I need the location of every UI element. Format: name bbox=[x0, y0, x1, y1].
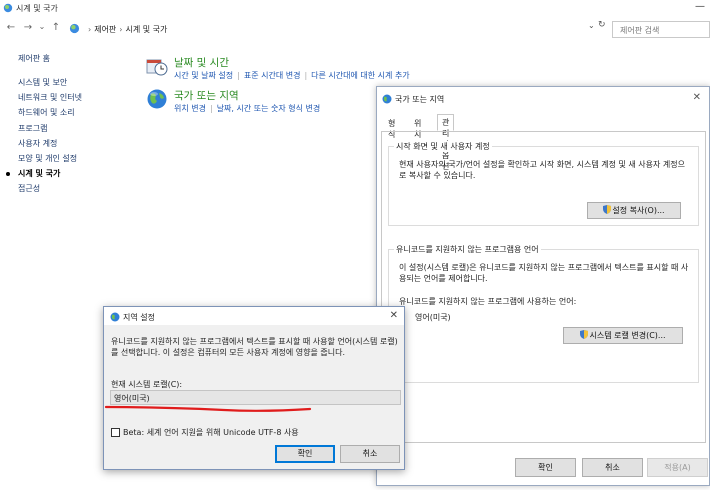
set-time-date-link[interactable]: 시간 및 날짜 설정 bbox=[174, 71, 233, 80]
locale-ok-button[interactable]: 확인 bbox=[275, 445, 335, 463]
region-dialog-title-bar: 국가 또는 지역 bbox=[382, 94, 444, 105]
current-language-value: 영어(미국) bbox=[415, 313, 451, 322]
nav-accessibility[interactable]: 접근성 bbox=[18, 181, 82, 196]
change-formats-link[interactable]: 날짜, 시간 또는 숫자 형식 변경 bbox=[217, 104, 321, 113]
uac-shield-icon bbox=[603, 205, 612, 214]
close-icon[interactable]: ✕ bbox=[390, 310, 398, 321]
breadcrumb-control-panel[interactable]: 제어판 bbox=[94, 25, 116, 34]
locale-cancel-button[interactable]: 취소 bbox=[340, 445, 400, 463]
region-cancel-button[interactable]: 취소 bbox=[582, 458, 643, 477]
copy-settings-button[interactable]: 설정 복사(O)... bbox=[587, 202, 681, 219]
region-title[interactable]: 국가 또는 지역 bbox=[174, 88, 239, 103]
welcome-screen-group: 시작 화면 및 새 사용자 계정 현재 사용자의 국가/언어 설정을 확인하고 … bbox=[388, 141, 699, 226]
back-button[interactable]: ← bbox=[5, 22, 17, 33]
nav-user-accounts[interactable]: 사용자 계정 bbox=[18, 136, 82, 151]
date-time-icon bbox=[146, 59, 168, 76]
link-divider: | bbox=[237, 71, 240, 80]
nav-network-internet[interactable]: 네트워크 및 인터넷 bbox=[18, 90, 82, 105]
globe-icon bbox=[382, 94, 392, 104]
globe-icon bbox=[147, 89, 167, 109]
nav-programs[interactable]: 프로그램 bbox=[18, 121, 82, 136]
welcome-description: 현재 사용자의 국가/언어 설정을 확인하고 시작 화면, 시스템 계정 및 새… bbox=[399, 160, 685, 180]
forward-button[interactable]: → bbox=[22, 22, 34, 33]
minimize-button[interactable]: — bbox=[694, 1, 706, 13]
recent-locations-button[interactable]: ⌄ bbox=[36, 22, 48, 31]
refresh-icon[interactable]: ↻ bbox=[598, 20, 606, 30]
link-divider: | bbox=[304, 71, 308, 80]
globe-icon bbox=[110, 312, 120, 322]
search-input[interactable]: 제어판 검색 bbox=[612, 21, 710, 38]
chevron-down-icon: ⌄ bbox=[114, 393, 120, 401]
nav-clock-region-label: 시계 및 국가 bbox=[18, 169, 61, 179]
annotation-underline bbox=[104, 405, 312, 412]
add-clocks-link[interactable]: 다른 시간대에 대한 시계 추가 bbox=[311, 71, 410, 80]
link-divider: | bbox=[209, 104, 213, 113]
region-settings-title-text: 지역 설정 bbox=[123, 313, 155, 322]
region-settings-dialog: 지역 설정 ✕ 유니코드를 지원하지 않는 프로그램에서 텍스트를 표시할 때 … bbox=[103, 306, 405, 470]
copy-settings-label: 설정 복사(O)... bbox=[612, 206, 665, 215]
system-locale-select[interactable]: 영어(미국) ⌄ bbox=[110, 390, 401, 405]
utf8-beta-label[interactable]: Beta: 세계 언어 지원을 위해 Unicode UTF-8 사용 bbox=[123, 427, 299, 438]
address-bar: ← → ⌄ ↑ › 제어판 › 시계 및 국가 ⌄ ↻ bbox=[0, 18, 710, 40]
region-settings-title-bar: 지역 설정 ✕ bbox=[104, 307, 404, 325]
current-item-bullet bbox=[6, 172, 10, 177]
current-locale-label: 현재 시스템 로캘(C): bbox=[111, 380, 183, 389]
tab-administrative[interactable]: 관리자 옵션 bbox=[437, 114, 455, 171]
up-button[interactable]: ↑ bbox=[50, 22, 62, 33]
nav-hardware-sound[interactable]: 하드웨어 및 소리 bbox=[18, 105, 82, 120]
current-language-label: 유니코드를 지원하지 않는 프로그램에 사용하는 언어: bbox=[399, 297, 577, 306]
region-dialog-title: 국가 또는 지역 bbox=[395, 95, 445, 104]
non-unicode-group: 유니코드를 지원하지 않는 프로그램용 언어 이 설정(시스템 로캘)은 유니코… bbox=[388, 244, 699, 383]
region-apply-button[interactable]: 적용(A) bbox=[647, 458, 708, 477]
title-bar: 시계 및 국가 — bbox=[0, 0, 710, 16]
control-panel-icon bbox=[69, 23, 80, 34]
address-field[interactable]: › 제어판 › 시계 및 국가 bbox=[69, 21, 609, 37]
region-ok-button[interactable]: 확인 bbox=[515, 458, 576, 477]
breadcrumb-separator: › bbox=[119, 25, 123, 34]
close-icon[interactable]: ✕ bbox=[693, 92, 701, 103]
window-title: 시계 및 국가 bbox=[16, 4, 58, 13]
utf8-beta-checkbox[interactable] bbox=[111, 428, 120, 437]
category-date-time: 날짜 및 시간 시간 및 날짜 설정 | 표준 시간대 변경 | 다른 시간대에 대한 … bbox=[146, 55, 466, 85]
change-location-link[interactable]: 위치 변경 bbox=[174, 104, 206, 113]
left-nav: 제어판 홈 시스템 및 보안 네트워크 및 인터넷 하드웨어 및 소리 프로그램… bbox=[6, 53, 82, 197]
administrative-panel: 시작 화면 및 새 사용자 계정 현재 사용자의 국가/언어 설정을 확인하고 … bbox=[381, 131, 706, 443]
welcome-group-legend: 시작 화면 및 새 사용자 계정 bbox=[394, 141, 492, 152]
nav-clock-region[interactable]: 시계 및 국가 bbox=[6, 166, 82, 181]
breadcrumb-clock-region[interactable]: 시계 및 국가 bbox=[126, 25, 168, 34]
change-time-zone-link[interactable]: 표준 시간대 변경 bbox=[244, 71, 301, 80]
tab-location[interactable]: 위치 bbox=[409, 115, 426, 139]
change-system-locale-button[interactable]: 시스템 로캘 변경(C)... bbox=[563, 327, 683, 344]
change-system-locale-label: 시스템 로캘 변경(C)... bbox=[589, 331, 666, 340]
control-panel-home-link[interactable]: 제어판 홈 bbox=[18, 53, 82, 64]
control-panel-icon bbox=[3, 3, 13, 13]
uac-shield-icon bbox=[580, 330, 589, 339]
locale-description: 유니코드를 지원하지 않는 프로그램에서 텍스트를 표시할 때 사용할 언어(시… bbox=[111, 337, 398, 357]
breadcrumb-separator: › bbox=[88, 25, 92, 34]
region-settings-title: 지역 설정 bbox=[110, 312, 155, 323]
tab-formats[interactable]: 형식 bbox=[383, 115, 400, 139]
date-time-title[interactable]: 날짜 및 시간 bbox=[174, 55, 229, 70]
address-dropdown-icon[interactable]: ⌄ bbox=[588, 21, 595, 30]
non-unicode-group-legend: 유니코드를 지원하지 않는 프로그램용 언어 bbox=[394, 244, 541, 255]
search-placeholder: 제어판 검색 bbox=[620, 26, 660, 35]
nav-appearance[interactable]: 모양 및 개인 설정 bbox=[18, 151, 82, 166]
region-dialog: 국가 또는 지역 ✕ 형식 위치 관리자 옵션 시작 화면 및 새 사용자 계정… bbox=[376, 86, 710, 486]
non-unicode-description: 이 설정(시스템 로캘)은 유니코드를 지원하지 않는 프로그램에서 텍스트를 … bbox=[399, 263, 689, 283]
nav-system-security[interactable]: 시스템 및 보안 bbox=[18, 75, 82, 90]
